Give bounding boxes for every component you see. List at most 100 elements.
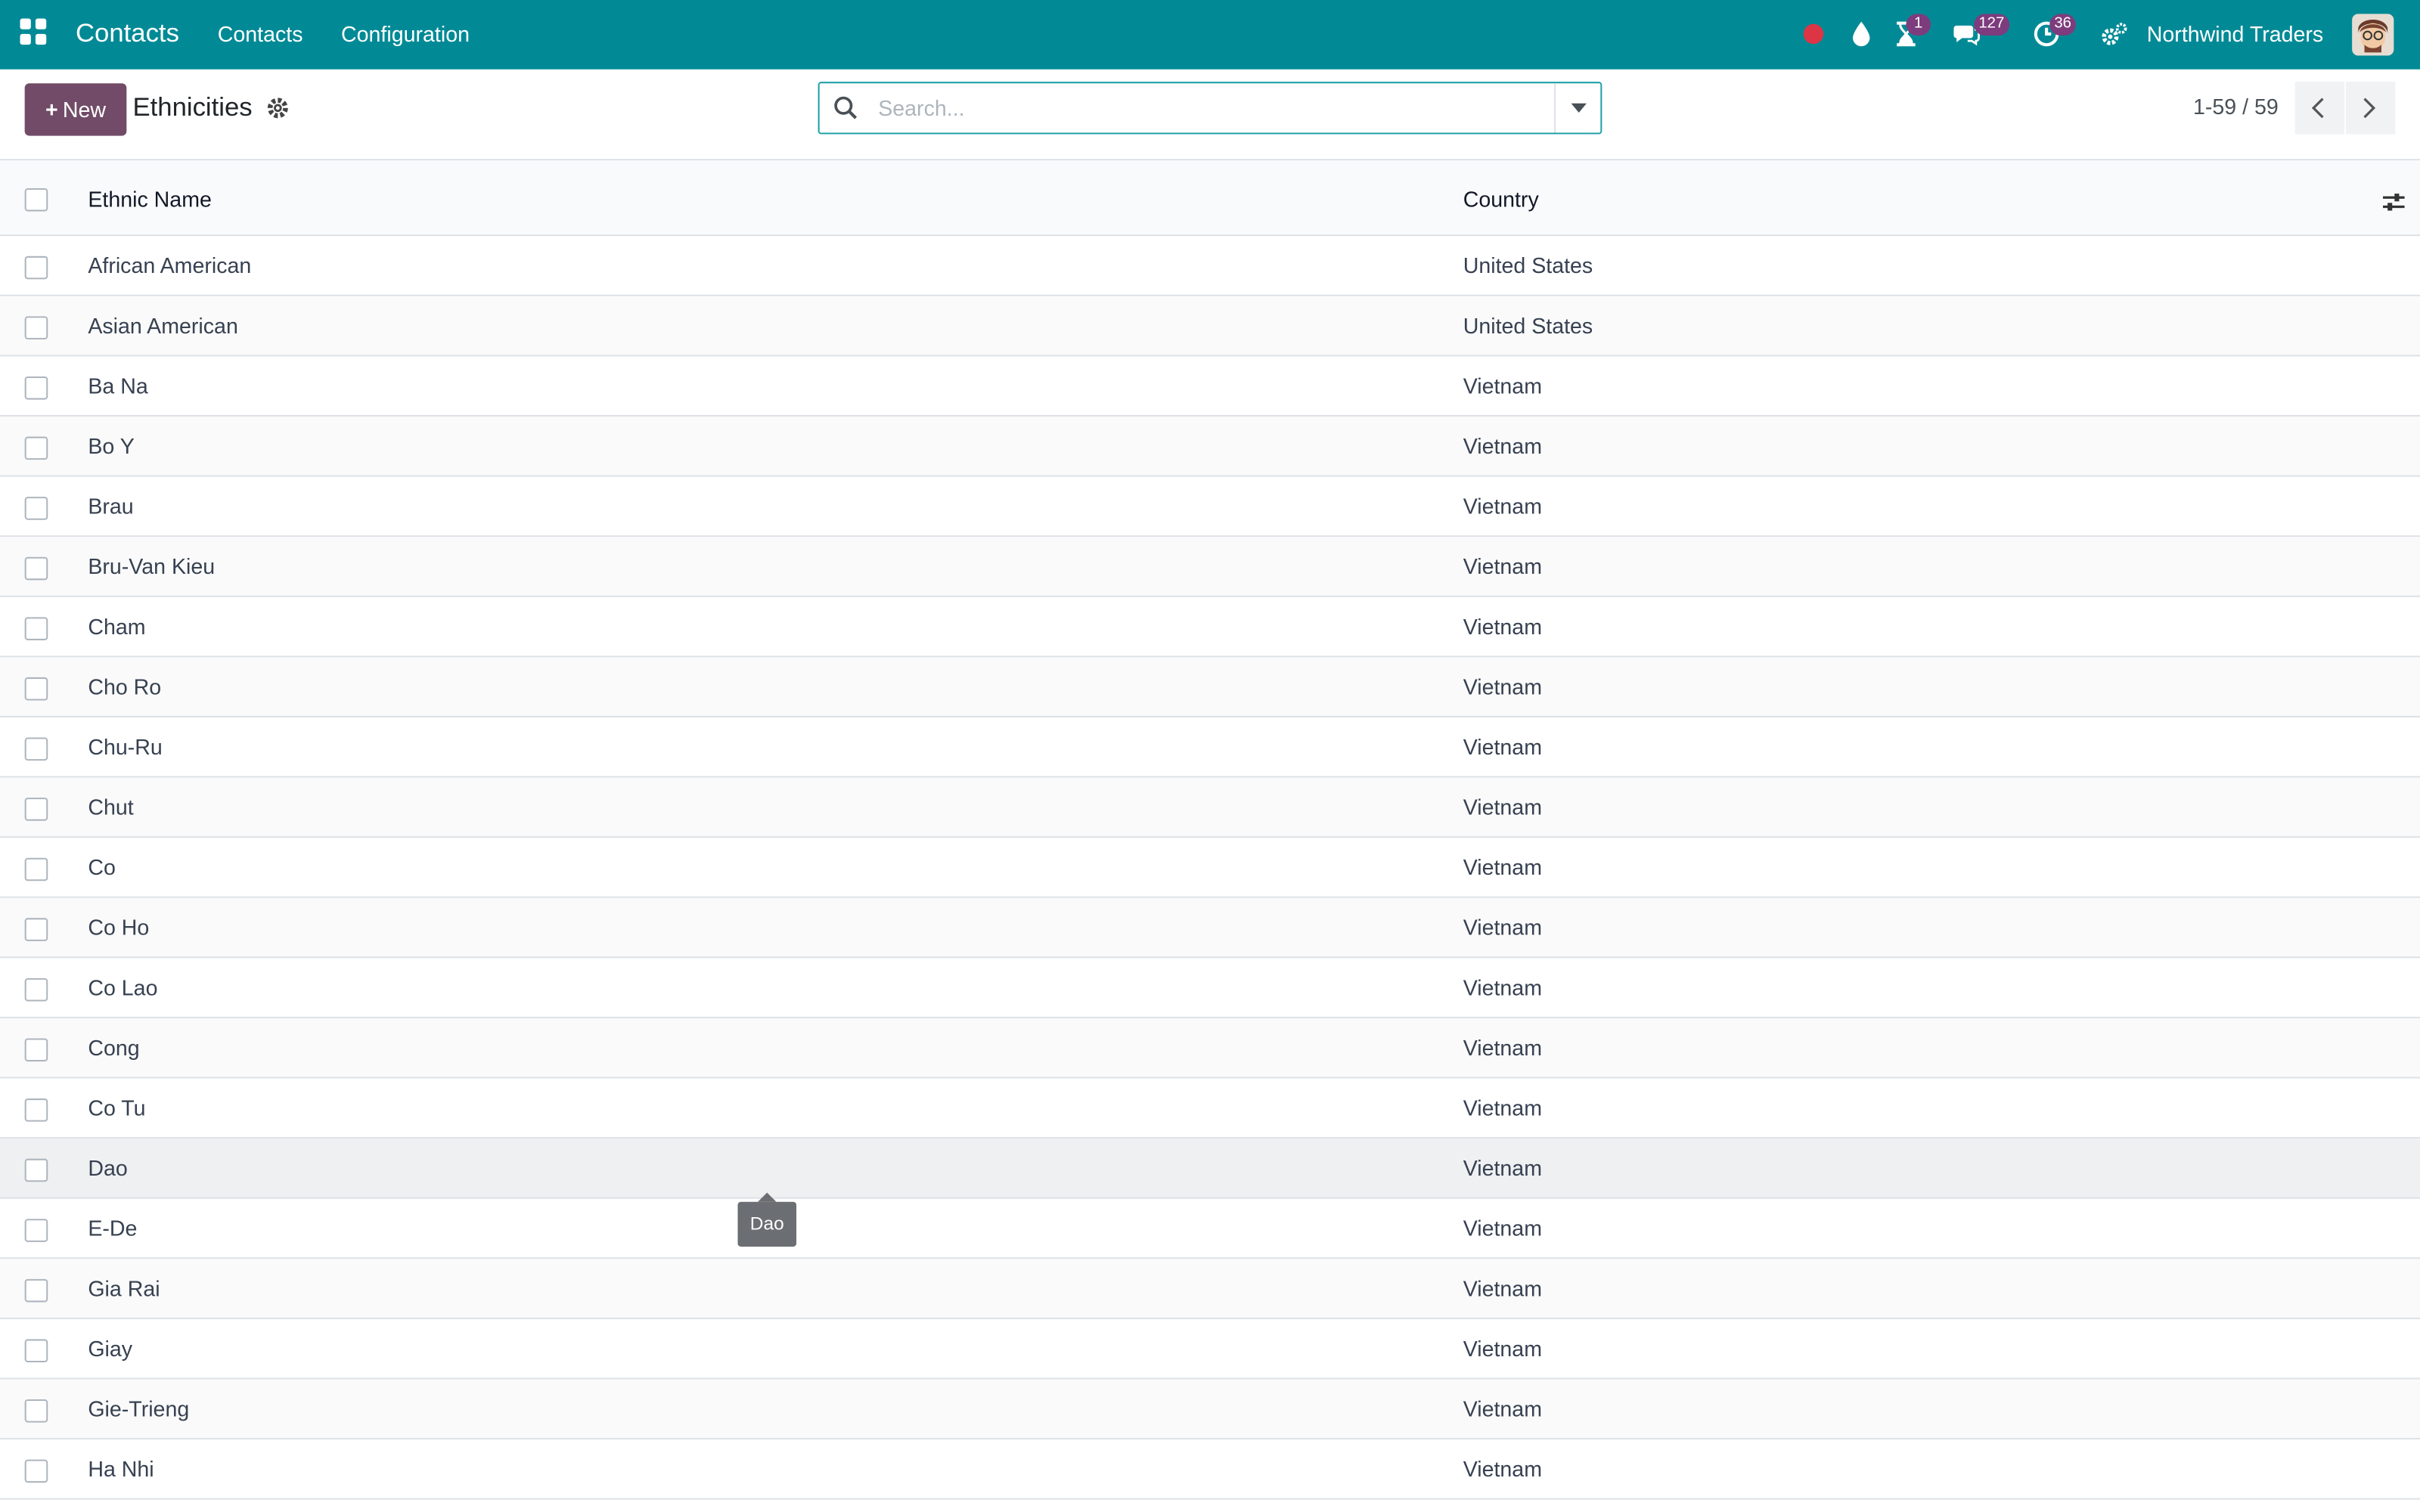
cell-country: Vietnam bbox=[1463, 1035, 1542, 1061]
cell-ethnic-name: Ba Na bbox=[88, 373, 148, 398]
cell-ethnic-name: Ha Nhi bbox=[88, 1456, 154, 1482]
row-checkbox[interactable] bbox=[24, 1278, 48, 1303]
drop-icon[interactable] bbox=[1848, 20, 1876, 48]
cell-ethnic-name: E-De bbox=[88, 1216, 138, 1241]
cell-ethnic-name: Co Lao bbox=[88, 974, 158, 1000]
ethnicities-list: Ethnic Name Country African American Unit… bbox=[0, 160, 2420, 1500]
row-checkbox[interactable] bbox=[24, 857, 48, 881]
plus-icon: + bbox=[45, 97, 58, 122]
column-header-country[interactable]: Country bbox=[1463, 187, 1539, 212]
row-checkbox[interactable] bbox=[24, 1339, 48, 1363]
pager-previous-button[interactable] bbox=[2294, 82, 2344, 135]
row-checkbox[interactable] bbox=[24, 1459, 48, 1483]
table-row[interactable]: African American United States bbox=[0, 236, 2420, 296]
table-row[interactable]: Cong Vietnam bbox=[0, 1018, 2420, 1079]
row-checkbox[interactable] bbox=[24, 556, 48, 581]
record-dot-icon[interactable] bbox=[1801, 22, 1829, 50]
cell-ethnic-name: Co bbox=[88, 854, 116, 880]
optional-columns-icon[interactable] bbox=[2381, 190, 2406, 215]
cell-ethnic-name: Co Tu bbox=[88, 1095, 146, 1120]
cell-ethnic-name: Brau bbox=[88, 494, 134, 519]
row-checkbox[interactable] bbox=[24, 376, 48, 400]
search-bar bbox=[818, 82, 1602, 135]
cell-ethnic-name: Gia Rai bbox=[88, 1275, 160, 1301]
menu-configuration[interactable]: Configuration bbox=[341, 22, 470, 47]
table-row[interactable]: Brau Vietnam bbox=[0, 477, 2420, 538]
cell-country: Vietnam bbox=[1463, 795, 1542, 820]
cell-country: Vietnam bbox=[1463, 1216, 1542, 1241]
cell-ethnic-name: Cong bbox=[88, 1035, 140, 1061]
cell-country: United States bbox=[1463, 253, 1593, 278]
search-options-toggle[interactable] bbox=[1554, 83, 1600, 133]
table-body: African American United States Asian Ameri… bbox=[0, 236, 2420, 1500]
chevron-left-icon bbox=[2311, 98, 2324, 119]
select-all-checkbox[interactable] bbox=[24, 187, 48, 212]
gear-icon[interactable] bbox=[265, 96, 290, 121]
cell-country: Vietnam bbox=[1463, 1275, 1542, 1301]
cell-ethnic-name: African American bbox=[88, 253, 252, 278]
table-row[interactable]: Ha Nhi Vietnam bbox=[0, 1439, 2420, 1500]
table-row[interactable]: Co Lao Vietnam bbox=[0, 958, 2420, 1018]
table-row[interactable]: Co Ho Vietnam bbox=[0, 897, 2420, 959]
cell-country: Vietnam bbox=[1463, 854, 1542, 880]
cell-country: Vietnam bbox=[1463, 1155, 1542, 1181]
table-row[interactable]: Giay Vietnam bbox=[0, 1319, 2420, 1380]
table-row[interactable]: Cham Vietnam bbox=[0, 597, 2420, 658]
row-checkbox[interactable] bbox=[24, 436, 48, 460]
row-checkbox[interactable] bbox=[24, 737, 48, 761]
table-row[interactable]: Asian American United States bbox=[0, 296, 2420, 357]
row-checkbox[interactable] bbox=[24, 1399, 48, 1423]
table-row[interactable]: Cho Ro Vietnam bbox=[0, 657, 2420, 717]
cell-ethnic-name: Cham bbox=[88, 614, 146, 639]
cell-ethnic-name: Bru-Van Kieu bbox=[88, 553, 216, 579]
menu-contacts[interactable]: Contacts bbox=[218, 22, 303, 47]
apps-menu-icon[interactable] bbox=[20, 18, 48, 46]
cell-ethnic-name: Chut bbox=[88, 795, 134, 820]
user-avatar[interactable] bbox=[2352, 14, 2394, 56]
settings-gears-icon[interactable] bbox=[2101, 20, 2129, 48]
app-window: Contacts Contacts Configuration 1 127 36 bbox=[0, 0, 2420, 1512]
table-header: Ethnic Name Country bbox=[0, 160, 2420, 237]
cell-country: Vietnam bbox=[1463, 433, 1542, 459]
row-checkbox[interactable] bbox=[24, 1098, 48, 1122]
table-row[interactable]: Co Tu Vietnam bbox=[0, 1079, 2420, 1139]
row-checkbox[interactable] bbox=[24, 978, 48, 1002]
table-row[interactable]: E-De Vietnam bbox=[0, 1199, 2420, 1259]
row-checkbox[interactable] bbox=[24, 617, 48, 640]
cell-country: Vietnam bbox=[1463, 915, 1542, 940]
row-checkbox[interactable] bbox=[24, 1219, 48, 1242]
row-checkbox[interactable] bbox=[24, 1158, 48, 1182]
table-row[interactable]: Bru-Van Kieu Vietnam bbox=[0, 537, 2420, 597]
page-title: Ethnicities bbox=[132, 92, 253, 122]
table-row[interactable]: Dao Vietnam bbox=[0, 1139, 2420, 1199]
row-checkbox[interactable] bbox=[24, 798, 48, 821]
search-input[interactable] bbox=[875, 83, 1561, 133]
row-checkbox[interactable] bbox=[24, 1038, 48, 1062]
pager-value[interactable]: 1-59 / 59 bbox=[2193, 94, 2279, 119]
table-row[interactable]: Co Vietnam bbox=[0, 838, 2420, 898]
table-row[interactable]: Chut Vietnam bbox=[0, 777, 2420, 838]
company-switcher[interactable]: Northwind Traders bbox=[2147, 22, 2323, 47]
control-panel: +New Ethnicities 1-59 / 59 bbox=[0, 69, 2420, 161]
table-row[interactable]: Chu-Ru Vietnam bbox=[0, 717, 2420, 778]
column-header-ethnic-name[interactable]: Ethnic Name bbox=[88, 187, 212, 212]
row-checkbox[interactable] bbox=[24, 677, 48, 701]
pager-next-button[interactable] bbox=[2346, 82, 2396, 135]
cell-country: Vietnam bbox=[1463, 974, 1542, 1000]
top-navbar: Contacts Contacts Configuration 1 127 36 bbox=[0, 0, 2420, 70]
chevron-right-icon bbox=[2363, 98, 2376, 119]
new-button-label: New bbox=[62, 97, 106, 122]
cell-country: Vietnam bbox=[1463, 494, 1542, 519]
table-row[interactable]: Bo Y Vietnam bbox=[0, 417, 2420, 477]
app-name[interactable]: Contacts bbox=[76, 18, 179, 49]
row-checkbox[interactable] bbox=[24, 497, 48, 520]
row-checkbox[interactable] bbox=[24, 918, 48, 941]
row-checkbox[interactable] bbox=[24, 256, 48, 280]
table-row[interactable]: Gia Rai Vietnam bbox=[0, 1259, 2420, 1319]
cell-country: United States bbox=[1463, 313, 1593, 338]
row-checkbox[interactable] bbox=[24, 316, 48, 339]
table-row[interactable]: Gie-Trieng Vietnam bbox=[0, 1379, 2420, 1440]
new-button[interactable]: + New bbox=[24, 83, 127, 136]
table-row[interactable]: Ba Na Vietnam bbox=[0, 356, 2420, 417]
activities-badge: 1 bbox=[1906, 14, 1931, 36]
